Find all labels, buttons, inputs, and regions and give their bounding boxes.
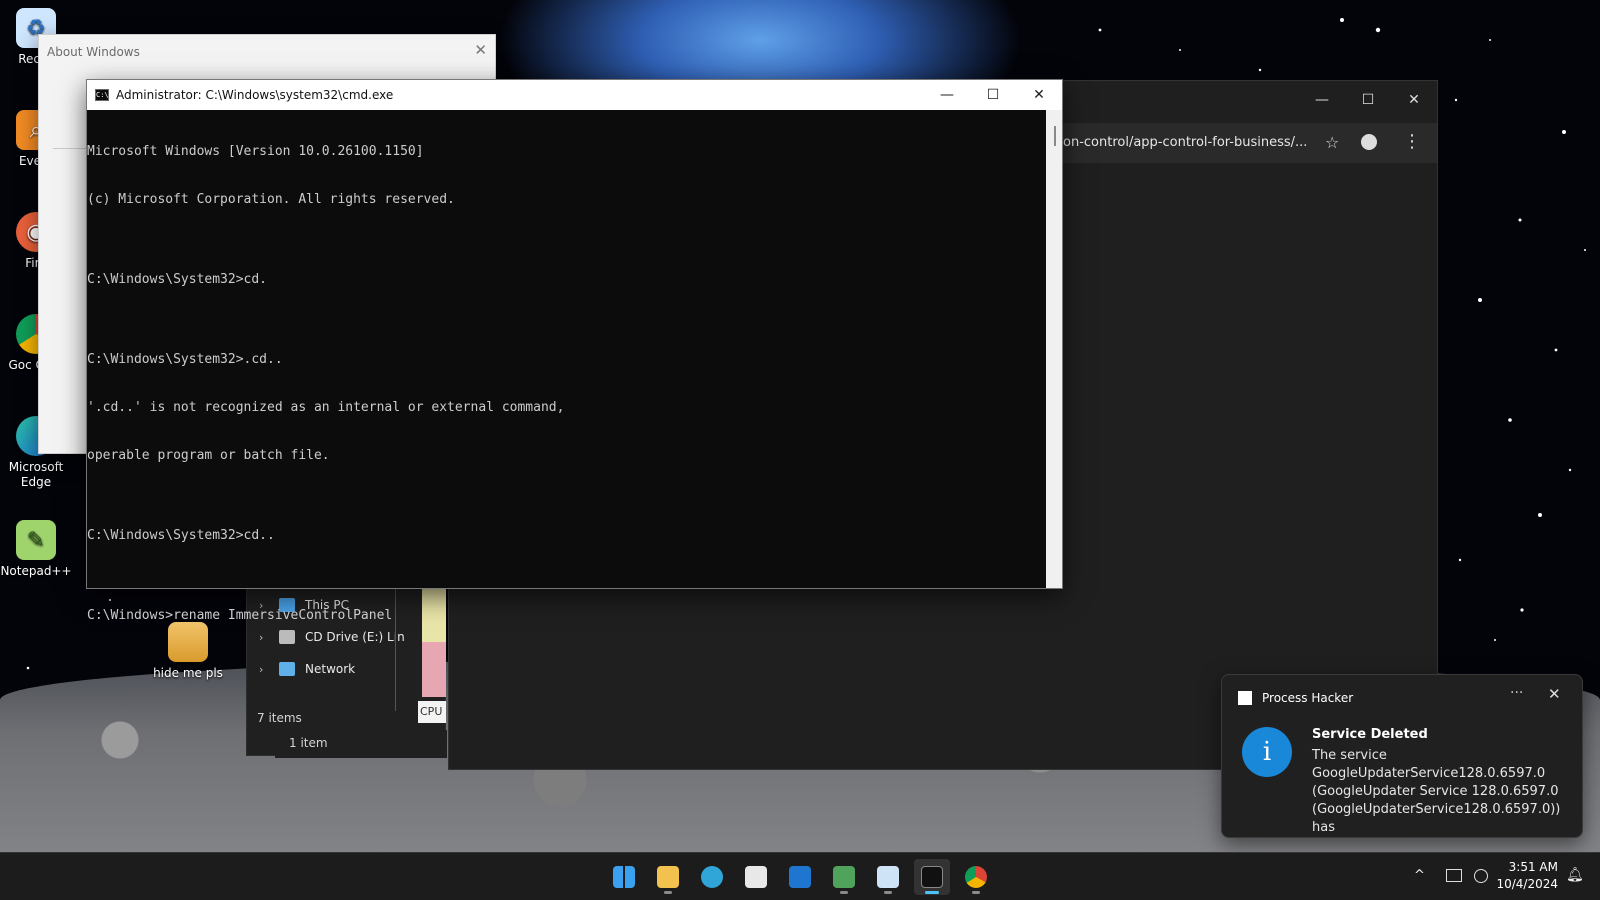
taskbar-task-manager[interactable]	[826, 859, 862, 895]
file-explorer-icon	[657, 866, 679, 888]
process-hacker-icon	[1238, 691, 1252, 705]
taskbar-store[interactable]	[738, 859, 774, 895]
browser-url[interactable]: on-control/app-control-for-business/...	[1063, 135, 1307, 150]
console-line: operable program or batch file.	[87, 448, 330, 463]
console-line: (c) Microsoft Corporation. All rights re…	[87, 192, 455, 207]
console-line: C:\Windows\System32>cd..	[87, 528, 275, 543]
tray-overflow-chevron[interactable]: ^	[1414, 868, 1425, 883]
active-indicator	[925, 891, 939, 894]
taskbar-file-explorer[interactable]	[650, 859, 686, 895]
taskbar-chrome[interactable]	[958, 859, 994, 895]
clock[interactable]: 3:51 AM 10/4/2024	[1494, 859, 1558, 893]
toast-heading: Service Deleted	[1312, 727, 1428, 742]
toast-notification[interactable]: Process Hacker ··· ✕ i Service Deleted T…	[1221, 674, 1583, 838]
cmd-maximize-button[interactable]: ☐	[970, 80, 1016, 110]
about-title: About Windows	[47, 45, 140, 59]
console-line: Microsoft Windows [Version 10.0.26100.11…	[87, 144, 424, 159]
start-button[interactable]	[606, 859, 642, 895]
browser-maximize-button[interactable]: ☐	[1345, 82, 1391, 118]
cmd-window[interactable]: C:\ Administrator: C:\Windows\system32\c…	[86, 79, 1063, 623]
nav-item-network[interactable]: › Network	[247, 653, 445, 685]
running-indicator	[884, 891, 892, 894]
console-line: C:\Windows\System32>cd.	[87, 272, 268, 287]
cmd-minimize-button[interactable]: —	[924, 80, 970, 110]
network-tray-icon[interactable]	[1474, 869, 1488, 883]
cmd-scrollbar[interactable]	[1046, 110, 1062, 588]
about-close-button[interactable]: ✕	[474, 41, 487, 59]
running-indicator	[664, 891, 672, 894]
cmd-title: Administrator: C:\Windows\system32\cmd.e…	[116, 88, 394, 102]
cmd-scrollbar-thumb[interactable]	[1054, 126, 1056, 146]
browser-close-button[interactable]: ✕	[1391, 82, 1437, 118]
bookmark-star-icon[interactable]: ☆	[1325, 133, 1339, 152]
chevron-right-icon[interactable]: ›	[259, 663, 269, 676]
taskbar-notepad[interactable]	[870, 859, 906, 895]
network-icon	[279, 662, 295, 676]
profile-icon[interactable]	[1361, 134, 1377, 150]
console-line: '.cd..' is not recognized as an internal…	[87, 400, 565, 415]
info-icon: i	[1242, 727, 1292, 777]
outlook-icon	[789, 866, 811, 888]
explorer-status: 7 items	[257, 711, 302, 725]
cmd-icon: C:\	[95, 89, 109, 101]
cmd-titlebar[interactable]: C:\ Administrator: C:\Windows\system32\c…	[87, 80, 1062, 110]
running-indicator	[840, 891, 848, 894]
clock-time: 3:51 AM	[1508, 860, 1558, 874]
taskbar: ^ 3:51 AM 10/4/2024 🔔︎	[0, 852, 1600, 900]
terminal-icon	[921, 866, 943, 888]
store-icon	[745, 866, 767, 888]
toast-close-button[interactable]: ✕	[1548, 685, 1561, 703]
windows-logo-icon	[613, 866, 635, 888]
running-indicator	[972, 891, 980, 894]
cmd-console[interactable]: Microsoft Windows [Version 10.0.26100.11…	[87, 110, 1046, 623]
taskbar-outlook[interactable]	[782, 859, 818, 895]
taskbar-edge[interactable]	[694, 859, 730, 895]
chrome-taskbar-icon	[965, 866, 987, 888]
explorer-status-secondary: 1 item	[275, 730, 447, 758]
notepad-window-icon	[877, 866, 899, 888]
desktop-icon-notepadpp[interactable]: ✎ Notepad++	[0, 520, 72, 579]
edge-taskbar-icon	[701, 866, 723, 888]
toast-app-name: Process Hacker	[1262, 691, 1354, 705]
display-icon[interactable]	[1446, 869, 1462, 882]
notepadpp-icon: ✎	[16, 520, 56, 560]
browser-minimize-button[interactable]: —	[1299, 82, 1345, 118]
task-manager-icon	[833, 866, 855, 888]
console-line: C:\Windows>rename ImmersiveControlPanel	[87, 608, 393, 623]
cpu-label: CPU	[418, 701, 446, 723]
toast-body: The service GoogleUpdaterService128.0.65…	[1312, 748, 1561, 835]
toast-more-button[interactable]: ···	[1510, 685, 1523, 701]
browser-menu-icon[interactable]: ⋮	[1403, 131, 1421, 152]
console-line: C:\Windows\System32>.cd..	[87, 352, 283, 367]
clock-date: 10/4/2024	[1496, 877, 1558, 891]
cmd-close-button[interactable]: ✕	[1016, 80, 1062, 110]
taskbar-terminal[interactable]	[914, 859, 950, 895]
notification-bell-icon[interactable]: 🔔︎	[1566, 867, 1584, 883]
